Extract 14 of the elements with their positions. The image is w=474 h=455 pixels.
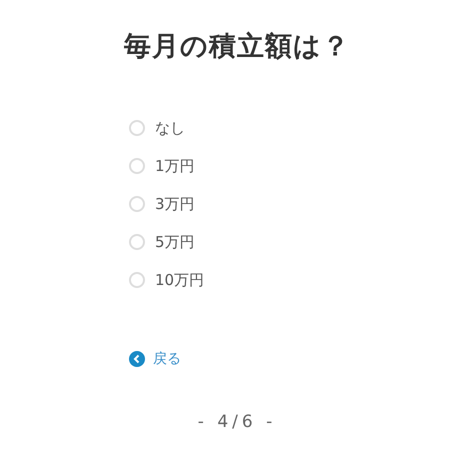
radio-button[interactable] <box>129 120 145 136</box>
question-title: 毎月の積立額は？ <box>124 30 350 64</box>
radio-button[interactable] <box>129 234 145 250</box>
option-label: 5万円 <box>155 232 195 252</box>
back-link[interactable]: 戻る <box>129 350 181 368</box>
option-label: 3万円 <box>155 194 195 214</box>
chevron-left-icon <box>129 351 145 367</box>
radio-button[interactable] <box>129 196 145 212</box>
radio-button[interactable] <box>129 272 145 288</box>
option-label: 1万円 <box>155 156 195 176</box>
page-counter: - 4/6 - <box>198 412 276 432</box>
option-label: なし <box>155 118 185 138</box>
radio-button[interactable] <box>129 158 145 174</box>
option-label: 10万円 <box>155 270 204 290</box>
